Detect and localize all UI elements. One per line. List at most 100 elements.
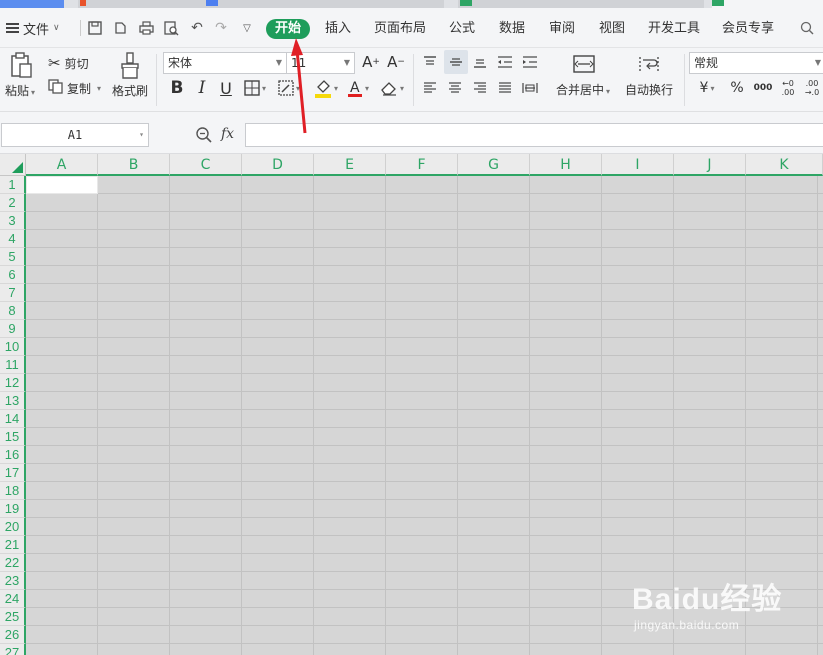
function-icon[interactable]: fx — [221, 126, 234, 142]
wrap-text-button[interactable]: 自动换行 — [625, 81, 673, 98]
column-header-k[interactable]: K — [746, 154, 823, 176]
font-size-select[interactable]: 11 ▼ — [286, 52, 355, 74]
percent-format-button[interactable]: % — [728, 78, 746, 98]
column-header-e[interactable]: E — [314, 154, 386, 176]
export-pdf-icon[interactable] — [111, 19, 129, 37]
formula-input[interactable] — [245, 123, 823, 147]
window-tab[interactable] — [204, 0, 444, 8]
row-header[interactable]: 12 — [0, 374, 26, 392]
tab-page-layout[interactable]: 页面布局 — [372, 19, 428, 39]
font-color-icon[interactable]: A ▾ — [344, 77, 372, 99]
redo-icon[interactable]: ↷ — [212, 19, 230, 37]
column-header-h[interactable]: H — [530, 154, 602, 176]
column-header-g[interactable]: G — [458, 154, 530, 176]
thousands-separator-button[interactable]: 000 — [752, 78, 774, 98]
row-header[interactable]: 3 — [0, 212, 26, 230]
undo-icon[interactable]: ↶ — [188, 19, 206, 37]
decrease-decimal-icon[interactable]: .00 →.0 — [802, 76, 822, 100]
tab-formulas[interactable]: 公式 — [446, 19, 478, 39]
merge-center-icon[interactable] — [572, 53, 596, 75]
italic-icon[interactable]: I — [192, 77, 212, 99]
window-tab[interactable] — [0, 0, 64, 8]
print-preview-icon[interactable] — [162, 19, 180, 37]
row-header[interactable]: 6 — [0, 266, 26, 284]
customize-toolbar-icon[interactable]: ▽ — [238, 19, 256, 37]
window-tab[interactable] — [458, 0, 704, 8]
row-header[interactable]: 4 — [0, 230, 26, 248]
tab-review[interactable]: 审阅 — [546, 19, 578, 39]
borders-icon[interactable]: ▾ — [241, 78, 269, 98]
underline-icon[interactable]: U — [216, 77, 236, 99]
increase-font-size-icon[interactable]: A + — [361, 52, 381, 72]
copy-button[interactable]: 复制 ▾ — [48, 79, 101, 97]
align-left-icon[interactable] — [420, 78, 440, 98]
row-header[interactable]: 7 — [0, 284, 26, 302]
align-center-icon[interactable] — [445, 78, 465, 98]
row-header[interactable]: 5 — [0, 248, 26, 266]
print-icon[interactable] — [137, 19, 155, 37]
decrease-indent-icon[interactable] — [495, 52, 515, 72]
row-header[interactable]: 23 — [0, 572, 26, 590]
increase-decimal-icon[interactable]: ←0.00 — [778, 76, 798, 100]
paste-button[interactable]: 粘贴 ▾ — [5, 82, 35, 99]
row-header[interactable]: 1 — [0, 176, 26, 194]
font-name-select[interactable]: 宋体 ▼ — [163, 52, 287, 74]
align-middle-icon[interactable] — [444, 50, 468, 74]
tab-data[interactable]: 数据 — [496, 19, 528, 39]
row-header[interactable]: 13 — [0, 392, 26, 410]
column-header-i[interactable]: I — [602, 154, 674, 176]
row-header[interactable]: 20 — [0, 518, 26, 536]
file-menu-button[interactable]: 文件 ∨ — [6, 18, 60, 38]
row-header[interactable]: 22 — [0, 554, 26, 572]
wrap-text-icon[interactable] — [637, 53, 661, 75]
row-header[interactable]: 25 — [0, 608, 26, 626]
cut-button[interactable]: ✂ 剪切 — [48, 54, 89, 72]
row-header[interactable]: 21 — [0, 536, 26, 554]
row-header[interactable]: 26 — [0, 626, 26, 644]
column-header-d[interactable]: D — [242, 154, 314, 176]
tab-home[interactable]: 开始 — [266, 19, 310, 39]
number-format-select[interactable]: 常规 ▼ — [689, 52, 823, 74]
zoom-icon[interactable] — [195, 126, 213, 144]
align-top-icon[interactable] — [420, 52, 440, 72]
window-tab-active[interactable] — [712, 0, 823, 8]
row-header[interactable]: 17 — [0, 464, 26, 482]
decrease-font-size-icon[interactable]: A − — [386, 52, 406, 72]
row-header[interactable]: 10 — [0, 338, 26, 356]
format-painter-icon[interactable] — [118, 52, 142, 80]
row-header[interactable]: 24 — [0, 590, 26, 608]
active-cell-a1[interactable] — [26, 176, 98, 194]
search-icon[interactable] — [798, 19, 816, 37]
column-header-b[interactable]: B — [98, 154, 170, 176]
column-header-j[interactable]: J — [674, 154, 746, 176]
row-header[interactable]: 8 — [0, 302, 26, 320]
cell-style-icon[interactable]: ▾ — [274, 78, 304, 98]
row-header[interactable]: 18 — [0, 482, 26, 500]
align-bottom-icon[interactable] — [470, 52, 490, 72]
increase-indent-icon[interactable] — [520, 52, 540, 72]
tab-insert[interactable]: 插入 — [322, 19, 354, 39]
row-header[interactable]: 15 — [0, 428, 26, 446]
name-box[interactable]: A1 ▾ — [1, 123, 149, 147]
tab-view[interactable]: 视图 — [596, 19, 628, 39]
tab-developer[interactable]: 开发工具 — [646, 19, 702, 39]
justify-icon[interactable] — [495, 78, 515, 98]
clear-format-icon[interactable]: ▾ — [378, 77, 406, 99]
row-header[interactable]: 11 — [0, 356, 26, 374]
bold-icon[interactable]: B — [167, 77, 187, 99]
align-right-icon[interactable] — [470, 78, 490, 98]
row-header[interactable]: 19 — [0, 500, 26, 518]
save-icon[interactable] — [86, 19, 104, 37]
column-header-a[interactable]: A — [26, 154, 98, 176]
currency-format-button[interactable]: ¥ ▾ — [694, 78, 720, 98]
select-all-button[interactable] — [0, 154, 26, 176]
row-header[interactable]: 27 — [0, 644, 26, 655]
paste-icon[interactable] — [8, 52, 34, 78]
row-header[interactable]: 14 — [0, 410, 26, 428]
row-header[interactable]: 9 — [0, 320, 26, 338]
column-header-f[interactable]: F — [386, 154, 458, 176]
fill-color-icon[interactable]: ▾ — [309, 77, 343, 99]
row-header[interactable]: 2 — [0, 194, 26, 212]
column-header-c[interactable]: C — [170, 154, 242, 176]
tab-membership[interactable]: 会员专享 — [720, 19, 776, 39]
